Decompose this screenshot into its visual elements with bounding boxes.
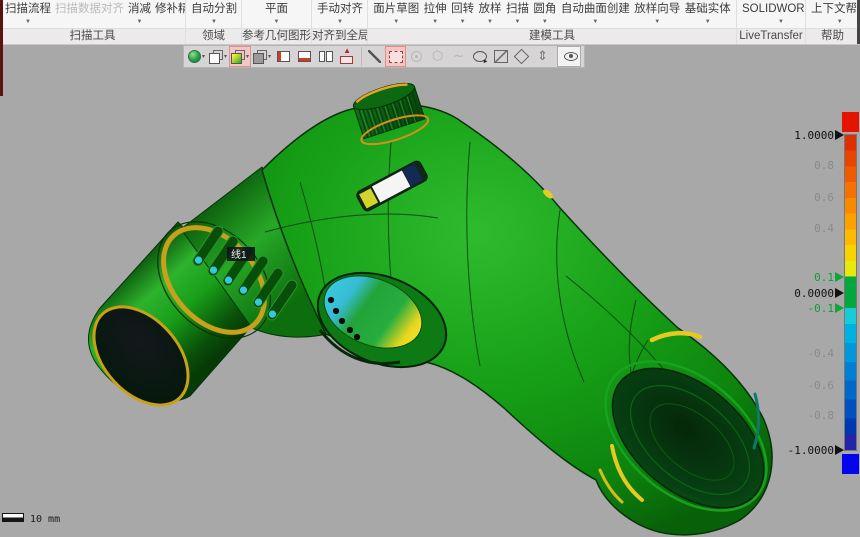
chevron-down-icon: ▼	[137, 18, 143, 26]
chevron-down-icon: ▼	[25, 18, 31, 26]
ribbon-group-0: 扫描流程▼扫描数据对齐消减▼修补精灵扫描工具	[0, 0, 186, 44]
scale-marker-icon[interactable]	[835, 445, 844, 455]
visibility-eye-icon[interactable]	[557, 46, 581, 67]
ribbon-tab[interactable]: 消减▼	[126, 0, 153, 26]
chevron-down-icon: ▼	[654, 18, 660, 26]
ribbon-tab[interactable]: 放样▼	[477, 0, 504, 26]
ribbon-group-2: 平面▼ 参考几何图形	[242, 0, 312, 44]
split-view-icon[interactable]	[316, 47, 335, 66]
ribbon-tab[interactable]: 自动分割▼	[189, 0, 239, 26]
ribbon-group-1: 自动分割▼ 领域	[186, 0, 242, 44]
ribbon-group-label: 建模工具	[368, 28, 736, 44]
deviation-table-icon[interactable]	[337, 47, 356, 66]
ribbon-group-label: LiveTransfer	[737, 28, 805, 44]
chevron-down-icon: ▼	[432, 18, 438, 26]
ribbon-group-label: 扫描工具	[0, 28, 185, 44]
scale-gradient-bar[interactable]	[844, 134, 857, 451]
ribbon-group-3: 手动对齐▼ 对齐到全局	[312, 0, 368, 44]
chevron-down-icon: ▾	[202, 53, 205, 60]
viewport: 线1	[0, 45, 860, 537]
chevron-down-icon: ▼	[514, 18, 520, 26]
annotation-line1[interactable]: 线1	[227, 247, 255, 261]
chevron-down-icon: ▼	[778, 18, 784, 26]
circle-select-icon	[407, 47, 426, 66]
ribbon-group-label: 帮助	[806, 28, 859, 44]
wireframe-cube-icon[interactable]: ▾	[208, 47, 228, 66]
ribbon-tab[interactable]: SOLIDWORKS▼	[740, 0, 806, 26]
ribbon-tab[interactable]: 自动曲面创建▼	[559, 0, 632, 26]
ribbon-group-4: 面片草图▼拉伸▼回转▼放样▼扫描▼圆角▼自动曲面创建▼放样向导▼基础实体▼ 建模工…	[368, 0, 737, 44]
view-scale-label: 10 mm	[30, 514, 60, 525]
application-window: 扫描流程▼扫描数据对齐消减▼修补精灵扫描工具自动分割▼ 领域 平面▼ 参考几何图形手动…	[0, 0, 860, 537]
ribbon-group-label: 领域	[186, 28, 241, 44]
left-edge-strip	[0, 0, 3, 96]
ribbon-tab[interactable]: 放样向导▼	[632, 0, 682, 26]
chevron-down-icon: ▾	[246, 53, 249, 60]
ribbon-tab[interactable]: 面片草图▼	[371, 0, 421, 26]
ribbon-tab[interactable]: 扫描流程▼	[3, 0, 53, 26]
ribbon-tab[interactable]: 圆角▼	[531, 0, 558, 26]
ribbon-tab[interactable]: 修补精灵	[153, 0, 186, 16]
scale-marker-icon[interactable]	[835, 303, 844, 313]
ribbon-tab[interactable]: 平面▼	[263, 0, 290, 26]
chevron-down-icon: ▼	[487, 18, 493, 26]
scale-marker-icon[interactable]	[835, 272, 844, 282]
ribbon: 扫描流程▼扫描数据对齐消减▼修补精灵扫描工具自动分割▼ 领域 平面▼ 参考几何图形手动…	[0, 0, 860, 45]
solid-face-cube-icon[interactable]: ▾	[252, 47, 272, 66]
ribbon-tab[interactable]: 回转▼	[449, 0, 476, 26]
chevron-down-icon: ▼	[274, 18, 280, 26]
rectangle-select-icon[interactable]	[386, 47, 405, 66]
polygon-select-icon: ⬡	[428, 47, 447, 66]
ribbon-tab[interactable]: 扫描▼	[504, 0, 531, 26]
section-view-icon[interactable]	[274, 47, 293, 66]
chevron-down-icon: ▼	[705, 18, 711, 26]
chevron-down-icon: ▼	[337, 18, 343, 26]
chevron-down-icon: ▾	[224, 53, 227, 60]
chevron-down-icon: ▼	[542, 18, 548, 26]
section-plane-icon[interactable]	[295, 47, 314, 66]
ribbon-group-5: SOLIDWORKS▼ LiveTransfer	[737, 0, 806, 44]
chevron-down-icon: ▼	[211, 18, 217, 26]
view-scale-widget	[2, 513, 24, 522]
chevron-down-icon: ▾	[268, 53, 271, 60]
ribbon-group-label: 对齐到全局	[312, 28, 367, 44]
ribbon-tab[interactable]: 拉伸▼	[422, 0, 449, 26]
icon-toolbar: ▾ ▾ ▾ ▾ ⬡∼ ⇕	[183, 45, 585, 68]
shaded-cube-icon[interactable]: ▾	[230, 47, 250, 66]
chevron-down-icon: ▼	[837, 18, 843, 26]
ribbon-tab[interactable]: 基础实体▼	[683, 0, 733, 26]
model-canvas[interactable]: 线1	[0, 45, 860, 537]
annotation-line1-label: 线1	[231, 248, 247, 261]
chevron-down-icon: ▼	[393, 18, 399, 26]
model-3d[interactable]: 线1	[75, 77, 794, 537]
flood-select-icon[interactable]	[512, 47, 531, 66]
swap-select-icon[interactable]: ⇕	[533, 47, 552, 66]
ribbon-group-label: 参考几何图形	[242, 28, 311, 44]
lasso-select-icon[interactable]	[470, 47, 489, 66]
view-sphere-icon[interactable]: ▾	[187, 47, 206, 66]
scale-marker-icon[interactable]	[835, 130, 844, 140]
ribbon-tab: 扫描数据对齐	[53, 0, 126, 16]
scale-marker-icon[interactable]	[835, 288, 844, 298]
ribbon-tab[interactable]: 手动对齐▼	[315, 0, 365, 26]
ribbon-tab[interactable]: 上下文帮助▼	[809, 0, 860, 26]
chevron-down-icon: ▼	[460, 18, 466, 26]
line-select-icon[interactable]	[361, 47, 384, 66]
ribbon-group-6: 上下文帮助▼ 帮助	[806, 0, 860, 44]
freeform-select-icon: ∼	[449, 47, 468, 66]
chevron-down-icon: ▼	[592, 18, 598, 26]
paint-select-icon[interactable]	[491, 47, 510, 66]
